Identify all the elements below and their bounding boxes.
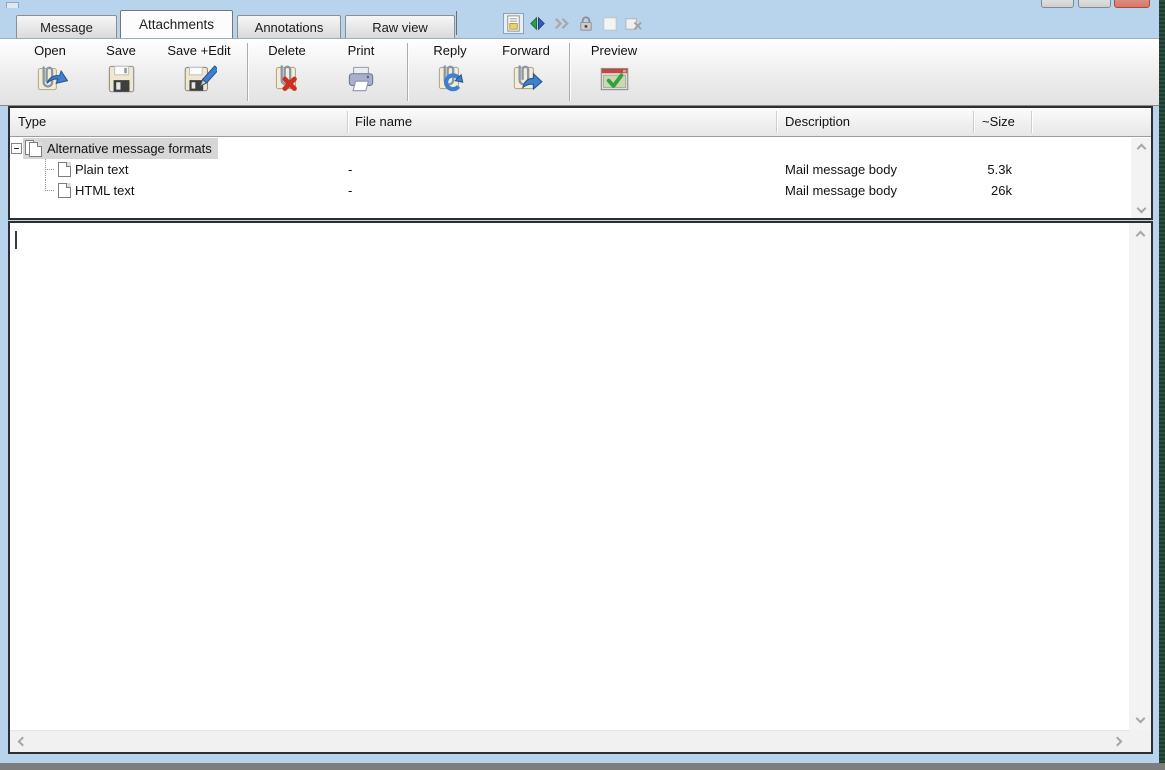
scroll-down-button[interactable]	[1129, 708, 1151, 728]
preview-button[interactable]: Preview	[581, 43, 647, 101]
attachment-type-label: Plain text	[75, 162, 128, 177]
tree-line	[45, 190, 54, 191]
desktop-background-right	[1159, 0, 1165, 763]
delete-button[interactable]: Delete	[256, 43, 318, 101]
scroll-down-button[interactable]	[1131, 198, 1151, 218]
toolbar-separator	[569, 43, 570, 101]
open-button-label: Open	[34, 43, 66, 58]
column-header-type[interactable]: Type	[18, 114, 46, 129]
attachment-toolbar: Open Save Save	[0, 38, 1159, 106]
document-icon	[58, 183, 71, 198]
scroll-up-button[interactable]	[1129, 225, 1151, 245]
title-bar	[0, 0, 1159, 8]
file-name-cell: -	[348, 183, 352, 198]
save-icon	[103, 60, 139, 101]
reply-button[interactable]: Reply	[419, 43, 481, 101]
toolbar-separator	[407, 43, 408, 101]
column-separator[interactable]	[1031, 111, 1032, 133]
print-button[interactable]: Print	[330, 43, 392, 101]
fast-forward-icon[interactable]	[551, 13, 572, 34]
blank-icon[interactable]	[599, 13, 620, 34]
column-header-size[interactable]: ~Size	[982, 114, 1015, 129]
forward-button[interactable]: Forward	[493, 43, 559, 101]
scrollbar-corner	[1129, 730, 1151, 752]
scroll-right-button[interactable]	[1107, 731, 1127, 752]
column-separator[interactable]	[347, 111, 348, 133]
quick-icon-strip	[503, 11, 644, 35]
attachments-list: Type File name Description ~Size Alterna…	[8, 106, 1153, 220]
save-button-label: Save	[106, 43, 136, 58]
toolbar-separator	[247, 43, 248, 101]
tab-raw-view[interactable]: Raw view	[345, 15, 455, 38]
multi-document-icon	[25, 140, 43, 157]
save-button[interactable]: Save	[92, 43, 150, 101]
preview-button-label: Preview	[591, 43, 637, 58]
save-edit-button-label: Save +Edit	[167, 43, 230, 58]
reply-icon	[432, 60, 468, 101]
text-cursor	[15, 231, 17, 249]
preview-icon	[596, 60, 632, 101]
message-note-icon[interactable]	[503, 13, 524, 34]
tree-collapse-icon[interactable]	[11, 143, 22, 154]
tab-bar-divider	[456, 11, 457, 35]
description-cell: Mail message body	[785, 183, 897, 198]
table-row[interactable]: Plain text - Mail message body 5.3k	[10, 159, 1128, 180]
file-name-cell: -	[348, 162, 352, 177]
delete-attachment-icon	[269, 60, 305, 101]
tab-message-label: Message	[40, 20, 93, 35]
close-button[interactable]	[1114, 0, 1150, 8]
table-row[interactable]: Alternative message formats	[10, 138, 1128, 159]
scroll-up-button[interactable]	[1131, 138, 1151, 158]
message-body-area[interactable]	[8, 221, 1153, 754]
tab-raw-view-label: Raw view	[372, 20, 428, 35]
description-cell: Mail message body	[785, 162, 897, 177]
save-edit-icon	[181, 60, 217, 101]
row-content[interactable]: HTML text	[56, 180, 140, 201]
tab-annotations[interactable]: Annotations	[237, 15, 341, 38]
open-attachment-icon	[32, 60, 68, 101]
tab-bar: Message Attachments Annotations Raw view	[0, 8, 1159, 38]
tree-line	[45, 169, 54, 170]
save-edit-button[interactable]: Save +Edit	[158, 43, 240, 101]
list-vertical-scrollbar[interactable]	[1131, 138, 1151, 218]
size-cell: 5.3k	[948, 162, 1012, 177]
attachment-viewer-window: Message Attachments Annotations Raw view	[0, 0, 1159, 763]
column-separator[interactable]	[973, 111, 974, 133]
column-header-description[interactable]: Description	[785, 114, 850, 129]
attachments-list-header: Type File name Description ~Size	[10, 108, 1151, 137]
document-icon	[58, 162, 71, 177]
maximize-button[interactable]	[1078, 0, 1111, 8]
size-cell: 26k	[948, 183, 1012, 198]
column-header-file-name[interactable]: File name	[355, 114, 412, 129]
body-horizontal-scrollbar[interactable]	[10, 730, 1129, 752]
print-icon	[343, 60, 379, 101]
row-content[interactable]: Plain text	[56, 159, 134, 180]
prev-next-icon[interactable]	[527, 13, 548, 34]
tab-message[interactable]: Message	[16, 15, 117, 38]
print-button-label: Print	[348, 43, 375, 58]
lock-icon[interactable]	[575, 13, 596, 34]
minimize-button[interactable]	[1041, 0, 1074, 8]
column-separator[interactable]	[776, 111, 777, 133]
row-selection[interactable]: Alternative message formats	[23, 138, 218, 159]
tab-attachments[interactable]: Attachments	[120, 10, 233, 38]
forward-icon	[508, 60, 544, 101]
desktop-background-bottom	[0, 763, 1165, 770]
tab-annotations-label: Annotations	[255, 20, 324, 35]
reply-button-label: Reply	[433, 43, 466, 58]
open-button[interactable]: Open	[12, 43, 88, 101]
forward-button-label: Forward	[502, 43, 550, 58]
delete-button-label: Delete	[268, 43, 306, 58]
tab-attachments-label: Attachments	[139, 17, 214, 32]
attachment-type-label: HTML text	[75, 183, 134, 198]
scroll-left-button[interactable]	[12, 731, 32, 752]
table-row[interactable]: HTML text - Mail message body 26k	[10, 180, 1128, 201]
body-vertical-scrollbar[interactable]	[1129, 223, 1151, 730]
attachment-type-label: Alternative message formats	[47, 141, 212, 156]
checkbox-x-icon[interactable]	[623, 13, 644, 34]
